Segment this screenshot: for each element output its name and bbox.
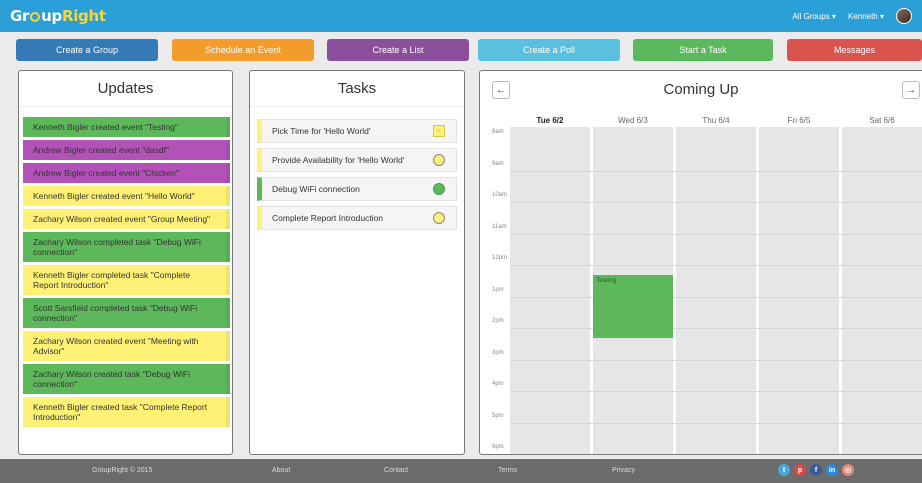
avatar[interactable] — [896, 8, 912, 24]
updates-panel: Updates Kenneth Bigler created event "Te… — [18, 70, 233, 455]
task-label: Provide Availability for 'Hello World' — [272, 155, 405, 165]
footer-about-link[interactable]: About — [272, 467, 290, 474]
hour-gridline — [510, 233, 922, 235]
hour-gridline — [510, 265, 922, 266]
time-label: 12pm — [492, 255, 508, 261]
update-item[interactable]: Andrew Bigler created event "dasdf" — [23, 140, 230, 160]
hour-gridline — [510, 359, 922, 361]
facebook-icon[interactable]: f — [810, 464, 822, 476]
task-pending-box-icon[interactable]: – — [433, 125, 445, 137]
hour-gridline — [510, 296, 922, 298]
task-item[interactable]: Pick Time for 'Hello World' – — [257, 119, 457, 143]
hour-gridline — [510, 422, 922, 424]
updates-list: Kenneth Bigler created event "Testing" An… — [23, 117, 230, 430]
all-groups-dropdown[interactable]: All Groups ▾ — [792, 12, 836, 21]
task-item[interactable]: Complete Report Introduction — [257, 206, 457, 230]
time-label: 11am — [492, 223, 507, 230]
coming-up-panel: ← Coming Up → Tue 6/2 Wed 6/3 Thu 6/4 Fri 6… — [479, 70, 922, 455]
create-group-button[interactable]: Create a Group — [16, 39, 158, 61]
brand-o-icon — [30, 12, 41, 22]
time-label: 9am — [492, 160, 504, 167]
update-item[interactable]: Andrew Bigler created event "Chicken" — [23, 163, 230, 183]
day-column[interactable] — [510, 127, 590, 454]
tasks-title: Tasks — [250, 71, 464, 107]
day-column[interactable] — [676, 127, 756, 454]
footer-privacy-link[interactable]: Privacy — [612, 467, 635, 474]
task-label: Debug WiFi connection — [272, 184, 360, 194]
create-poll-button[interactable]: Create a Poll — [478, 39, 620, 61]
day-header: Wed 6/3 — [618, 116, 648, 125]
user-dropdown[interactable]: Kenneth ▾ — [848, 12, 884, 21]
footer-copyright: GroupRight © 2015 — [92, 467, 153, 474]
footer-terms-link[interactable]: Terms — [498, 467, 517, 474]
brand-text-gr: Gr — [10, 7, 30, 25]
updates-title: Updates — [19, 71, 232, 107]
schedule-event-button[interactable]: Schedule an Event — [172, 39, 314, 61]
time-label: 2pm — [492, 318, 504, 324]
footer: GroupRight © 2015 About Contact Terms Pr… — [0, 459, 922, 483]
messages-button[interactable]: Messages — [787, 39, 922, 61]
time-label: 1pm — [492, 286, 504, 293]
next-week-button[interactable]: → — [902, 81, 920, 99]
update-item[interactable]: Zachary Wilson completed task "Debug WiF… — [23, 232, 230, 262]
time-label: 5pm — [492, 412, 504, 419]
day-header: Thu 6/4 — [702, 116, 730, 125]
update-item[interactable]: Kenneth Bigler created task "Complete Re… — [23, 397, 230, 427]
brand-logo[interactable]: Gr up Right — [10, 7, 106, 25]
time-label: 8am — [492, 129, 504, 135]
hour-gridline — [510, 328, 922, 329]
brand-text-up: up — [41, 7, 62, 25]
time-label: 4pm — [492, 381, 504, 387]
task-label: Pick Time for 'Hello World' — [272, 126, 371, 136]
time-label: 3pm — [492, 349, 504, 356]
day-header: Tue 6/2 — [536, 116, 564, 125]
hour-gridline — [510, 391, 922, 392]
day-column[interactable] — [759, 127, 839, 454]
hour-gridline — [510, 170, 922, 172]
tasks-panel: Tasks Pick Time for 'Hello World' – Provid… — [249, 70, 465, 455]
twitter-icon[interactable]: t — [778, 464, 790, 476]
time-label: 10am — [492, 192, 508, 198]
tasks-list: Pick Time for 'Hello World' – Provide Avai… — [257, 119, 457, 235]
task-item[interactable]: Debug WiFi connection — [257, 177, 457, 201]
hour-gridline — [510, 202, 922, 203]
coming-up-title: Coming Up — [663, 81, 739, 98]
task-done-circle-icon[interactable] — [433, 183, 445, 195]
footer-contact-link[interactable]: Contact — [384, 467, 408, 474]
update-item[interactable]: Kenneth Bigler created event "Hello Worl… — [23, 186, 230, 206]
arrow-right-icon: → — [906, 84, 916, 96]
navbar-right: All Groups ▾ Kenneth ▾ — [792, 8, 912, 24]
day-column[interactable] — [842, 127, 922, 454]
start-task-button[interactable]: Start a Task — [633, 39, 773, 61]
create-list-button[interactable]: Create a List — [327, 39, 469, 61]
update-item[interactable]: Zachary Wilson created event "Meeting wi… — [23, 331, 230, 361]
pinterest-icon[interactable]: p — [794, 464, 806, 476]
time-label: 6pm — [492, 444, 504, 450]
calendar-event[interactable]: Testing — [593, 274, 673, 338]
update-item[interactable]: Zachary Wilson created event "Group Meet… — [23, 209, 230, 229]
task-open-circle-icon[interactable] — [433, 154, 445, 166]
top-navbar: Gr up Right All Groups ▾ Kenneth ▾ — [0, 0, 922, 32]
task-label: Complete Report Introduction — [272, 213, 384, 223]
linkedin-icon[interactable]: in — [826, 464, 838, 476]
week-calendar: Tue 6/2 Wed 6/3 Thu 6/4 Fri 6/5 Sat 6/6 8am 9a… — [480, 113, 922, 455]
update-item[interactable]: Kenneth Bigler created event "Testing" — [23, 117, 230, 137]
update-item[interactable]: Kenneth Bigler completed task "Complete … — [23, 265, 230, 295]
day-header: Sat 6/6 — [869, 116, 895, 125]
update-item[interactable]: Zachary Wilson created task "Debug WiFi … — [23, 364, 230, 394]
task-open-circle-icon[interactable] — [433, 212, 445, 224]
instagram-icon[interactable]: ◎ — [842, 464, 854, 476]
update-item[interactable]: Scott Sarsfield completed task "Debug Wi… — [23, 298, 230, 328]
task-item[interactable]: Provide Availability for 'Hello World' — [257, 148, 457, 172]
brand-text-right: Right — [61, 7, 106, 25]
hour-gridline — [510, 454, 922, 455]
day-header: Fri 6/5 — [787, 116, 811, 125]
action-bar: Create a Group Schedule an Event Create … — [16, 39, 922, 63]
